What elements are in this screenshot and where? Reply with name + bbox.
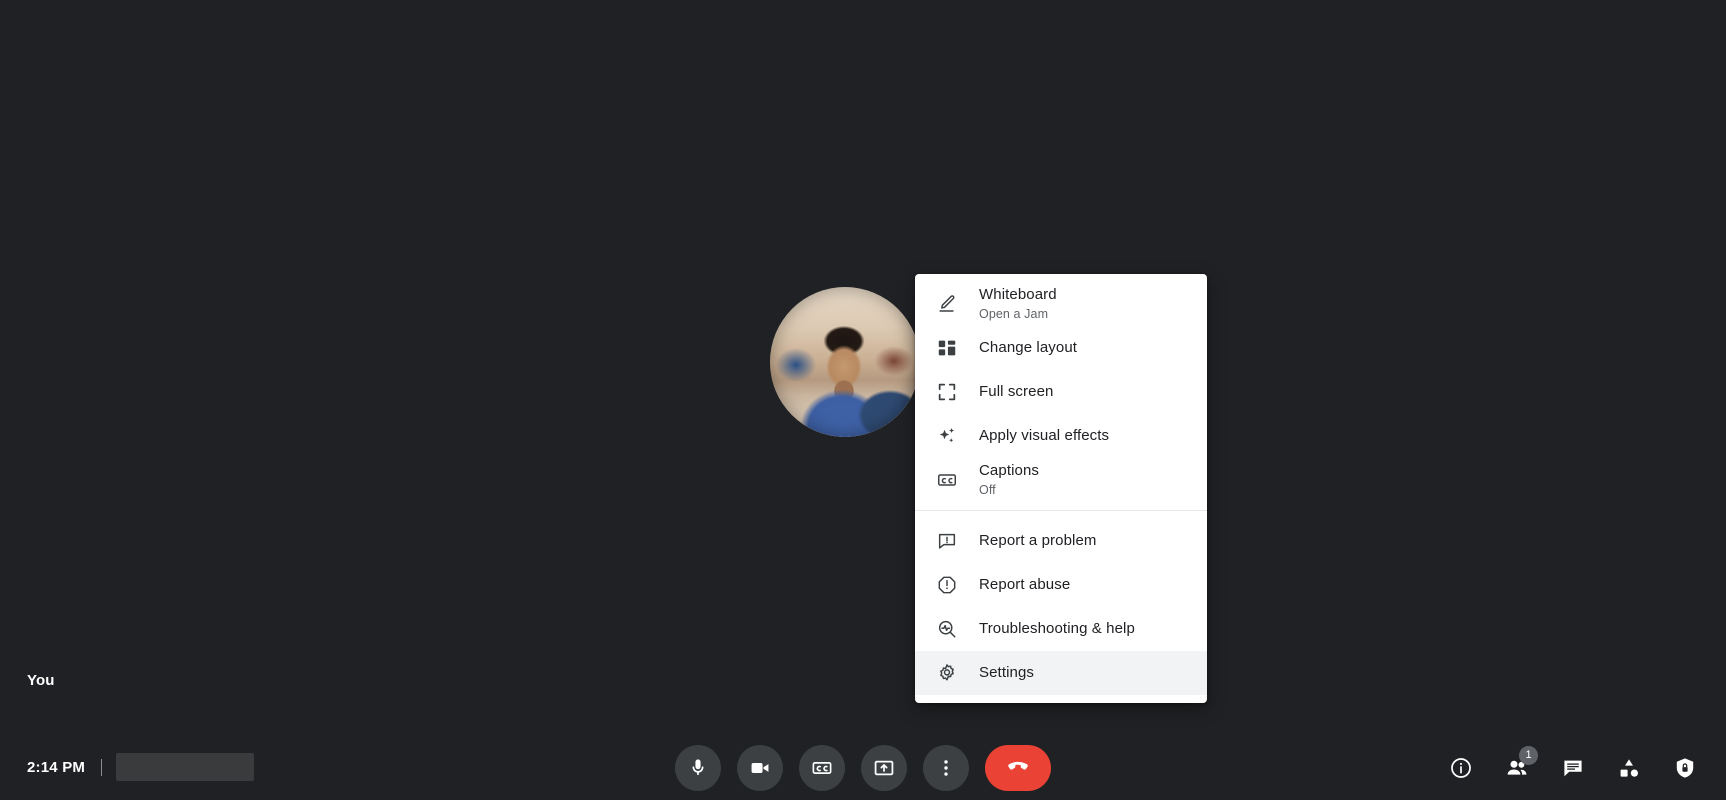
menu-bottom-padding — [915, 695, 1207, 703]
menu-item-sublabel: Open a Jam — [979, 306, 1057, 323]
more-options-menu[interactable]: Whiteboard Open a Jam Change layout — [915, 274, 1207, 703]
hangup-button[interactable] — [985, 745, 1051, 791]
video-camera-icon — [749, 757, 771, 779]
menu-item-full-screen[interactable]: Full screen — [915, 370, 1207, 414]
host-controls-button[interactable] — [1662, 745, 1708, 791]
present-screen-icon — [873, 757, 895, 779]
troubleshoot-icon — [915, 618, 979, 640]
avatar-vignette — [770, 287, 920, 437]
microphone-button[interactable] — [675, 745, 721, 791]
closed-caption-icon — [811, 757, 833, 779]
activities-button[interactable] — [1606, 745, 1652, 791]
self-avatar — [770, 287, 920, 437]
menu-item-change-layout[interactable]: Change layout — [915, 326, 1207, 370]
menu-item-label: Report a problem — [979, 531, 1097, 551]
menu-item-report-abuse[interactable]: Report abuse — [915, 563, 1207, 607]
feedback-icon — [915, 530, 979, 552]
more-options-button[interactable] — [923, 745, 969, 791]
report-abuse-icon — [915, 574, 979, 596]
menu-item-whiteboard[interactable]: Whiteboard Open a Jam — [915, 282, 1207, 326]
people-button[interactable]: 1 — [1494, 745, 1540, 791]
layout-icon — [915, 337, 979, 359]
menu-item-label: Apply visual effects — [979, 426, 1109, 446]
activities-icon — [1617, 756, 1641, 780]
menu-item-label: Full screen — [979, 382, 1053, 402]
microphone-icon — [687, 757, 709, 779]
menu-divider — [915, 510, 1207, 511]
video-stage: You — [0, 0, 1726, 735]
captions-button[interactable] — [799, 745, 845, 791]
right-controls: 1 — [1438, 735, 1708, 800]
menu-item-label: Report abuse — [979, 575, 1070, 595]
more-vert-icon — [935, 757, 957, 779]
camera-button[interactable] — [737, 745, 783, 791]
sparkle-icon — [915, 425, 979, 447]
menu-item-label: Captions — [979, 461, 1039, 481]
meta-separator — [101, 759, 102, 776]
pencil-icon — [915, 293, 979, 315]
menu-item-troubleshooting[interactable]: Troubleshooting & help — [915, 607, 1207, 651]
meeting-details-button[interactable] — [1438, 745, 1484, 791]
people-badge: 1 — [1519, 746, 1538, 765]
end-call-icon — [1005, 753, 1031, 782]
self-name-label: You — [27, 672, 55, 689]
closed-caption-icon — [915, 469, 979, 491]
menu-item-sublabel: Off — [979, 482, 1039, 499]
chat-button[interactable] — [1550, 745, 1596, 791]
shield-lock-icon — [1673, 756, 1697, 780]
chat-icon — [1561, 756, 1585, 780]
menu-item-label: Whiteboard — [979, 285, 1057, 305]
menu-item-visual-effects[interactable]: Apply visual effects — [915, 414, 1207, 458]
menu-item-report-problem[interactable]: Report a problem — [915, 519, 1207, 563]
menu-item-label: Settings — [979, 663, 1034, 683]
menu-item-settings[interactable]: Settings — [915, 651, 1207, 695]
menu-item-label: Change layout — [979, 338, 1077, 358]
menu-item-captions[interactable]: Captions Off — [915, 458, 1207, 502]
bottom-bar: 2:14 PM — [0, 735, 1726, 800]
meeting-info: 2:14 PM — [27, 751, 254, 783]
info-icon — [1449, 756, 1473, 780]
gear-icon — [915, 662, 979, 684]
menu-item-label: Troubleshooting & help — [979, 619, 1135, 639]
meeting-code-redacted[interactable] — [116, 753, 254, 781]
clock-label: 2:14 PM — [27, 759, 85, 776]
fullscreen-icon — [915, 381, 979, 403]
present-button[interactable] — [861, 745, 907, 791]
